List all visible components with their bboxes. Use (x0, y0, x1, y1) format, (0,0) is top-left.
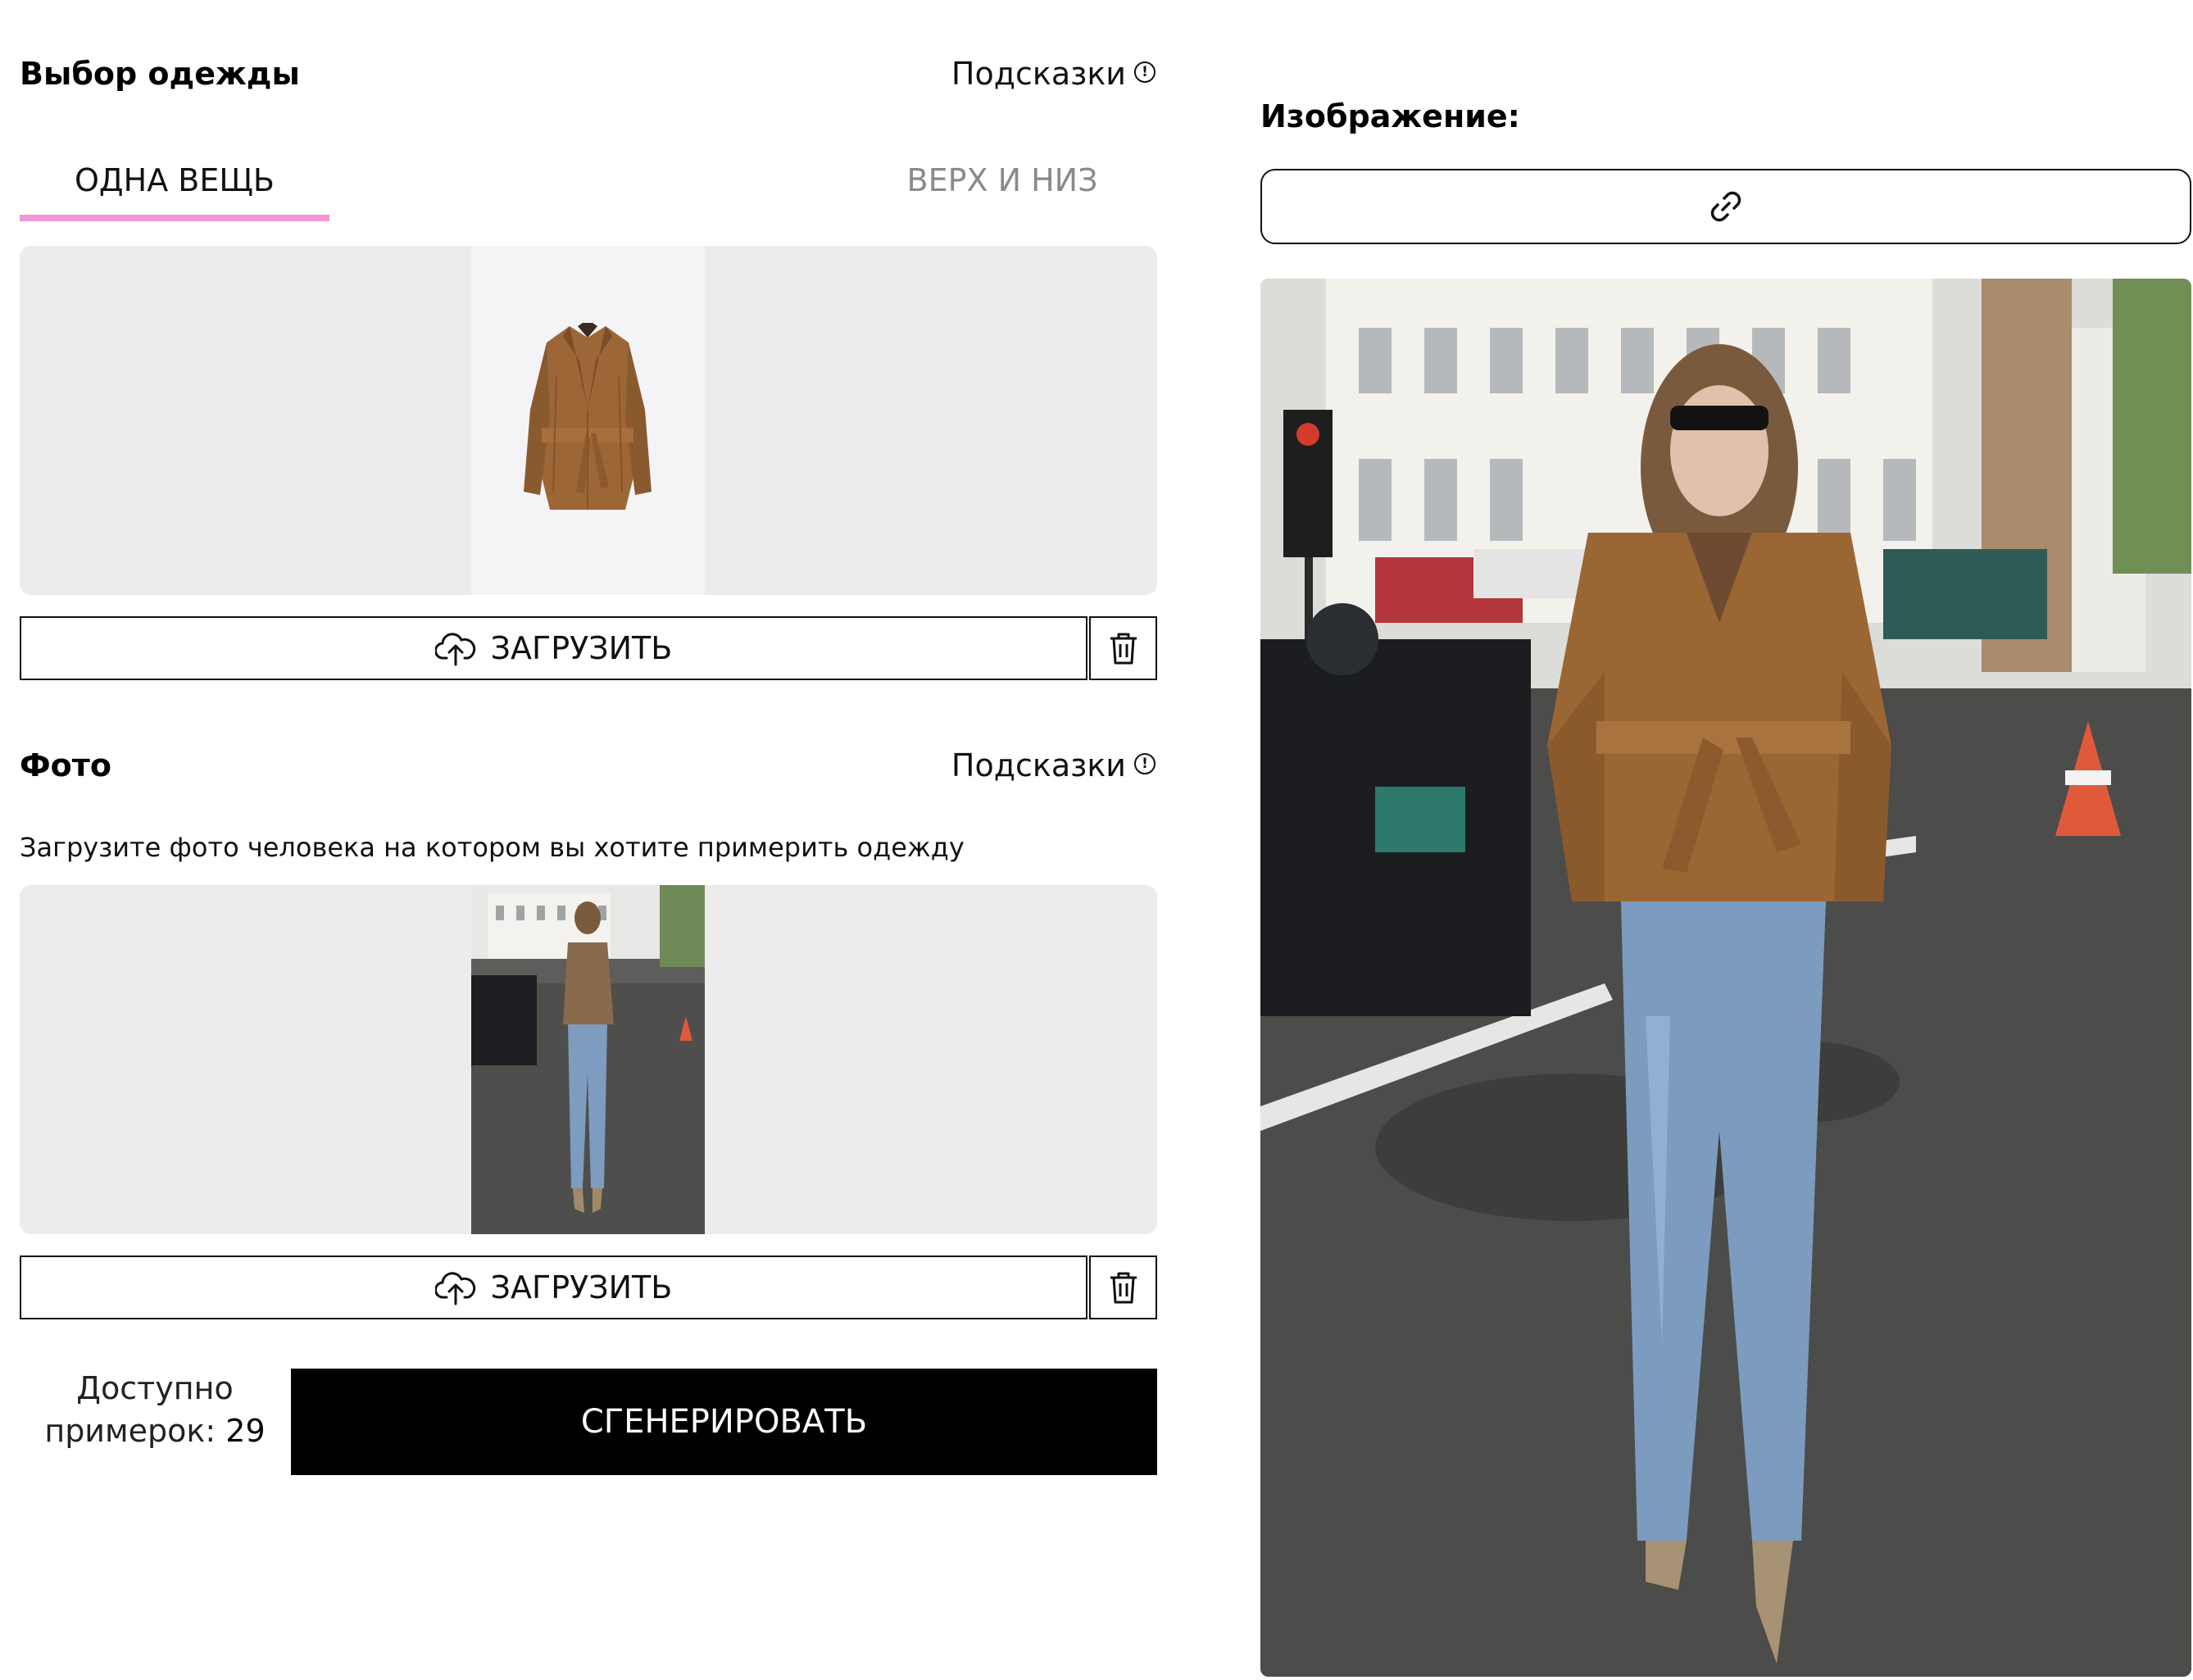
photo-delete-button[interactable] (1089, 1255, 1157, 1319)
photo-hints-link[interactable]: Подсказки ! (951, 747, 1157, 783)
tries-count: 29 (225, 1413, 266, 1449)
result-photo (1260, 279, 2191, 1677)
tab-single-item[interactable]: ОДНА ВЕЩЬ (20, 139, 329, 221)
trash-icon (1110, 633, 1137, 665)
photo-section-title: Фото (20, 747, 111, 783)
person-photo-thumbnail (471, 885, 705, 1234)
clothing-section-title: Выбор одежды (20, 56, 300, 92)
photo-upload-row: ЗАГРУЗИТЬ (20, 1255, 1157, 1323)
clothing-upload-button[interactable]: ЗАГРУЗИТЬ (20, 616, 1087, 680)
photo-upload-label: ЗАГРУЗИТЬ (490, 1269, 673, 1305)
photo-description: Загрузите фото человека на котором вы хо… (20, 832, 965, 863)
tries-line-1: Доступно (76, 1370, 234, 1406)
clothing-thumbnail (471, 246, 705, 595)
jacket-image (471, 246, 705, 595)
clothing-upload-row: ЗАГРУЗИТЬ (20, 616, 1157, 683)
info-icon: ! (1134, 753, 1156, 774)
tries-line-2: примерок: 29 (20, 1410, 290, 1452)
generated-result-image (1260, 279, 2191, 1677)
clothing-tabs: ОДНА ВЕЩЬ ВЕРХ И НИЗ (20, 139, 1157, 221)
clothing-preview[interactable] (20, 246, 1157, 595)
photo-section-header: Фото Подсказки ! (20, 737, 1157, 794)
tab-top-and-bottom[interactable]: ВЕРХ И НИЗ (847, 139, 1157, 221)
page: Выбор одежды Подсказки ! ОДНА ВЕЩЬ ВЕРХ … (0, 0, 2193, 1680)
hints-label: Подсказки (951, 747, 1126, 783)
copy-link-button[interactable] (1260, 169, 2191, 244)
active-tab-indicator (20, 215, 329, 221)
photo-preview[interactable] (20, 885, 1157, 1234)
clothing-section-header: Выбор одежды Подсказки ! (20, 45, 1157, 102)
clothing-upload-label: ЗАГРУЗИТЬ (490, 630, 673, 666)
link-icon (1710, 191, 1741, 222)
info-icon: ! (1134, 61, 1156, 83)
clothing-hints-link[interactable]: Подсказки ! (951, 56, 1157, 92)
photo-upload-button[interactable]: ЗАГРУЗИТЬ (20, 1255, 1087, 1319)
upload-cloud-icon (434, 633, 475, 666)
trash-icon (1110, 1272, 1137, 1304)
generate-button[interactable]: СГЕНЕРИРОВАТЬ (291, 1369, 1157, 1475)
available-tries: Доступно примерок: 29 (20, 1367, 290, 1473)
tries-label: примерок: (44, 1413, 216, 1449)
clothing-delete-button[interactable] (1089, 616, 1157, 680)
photo-thumbnail (471, 885, 705, 1234)
result-title: Изображение: (1260, 98, 1520, 134)
hints-label: Подсказки (951, 56, 1126, 92)
upload-cloud-icon (434, 1272, 475, 1305)
